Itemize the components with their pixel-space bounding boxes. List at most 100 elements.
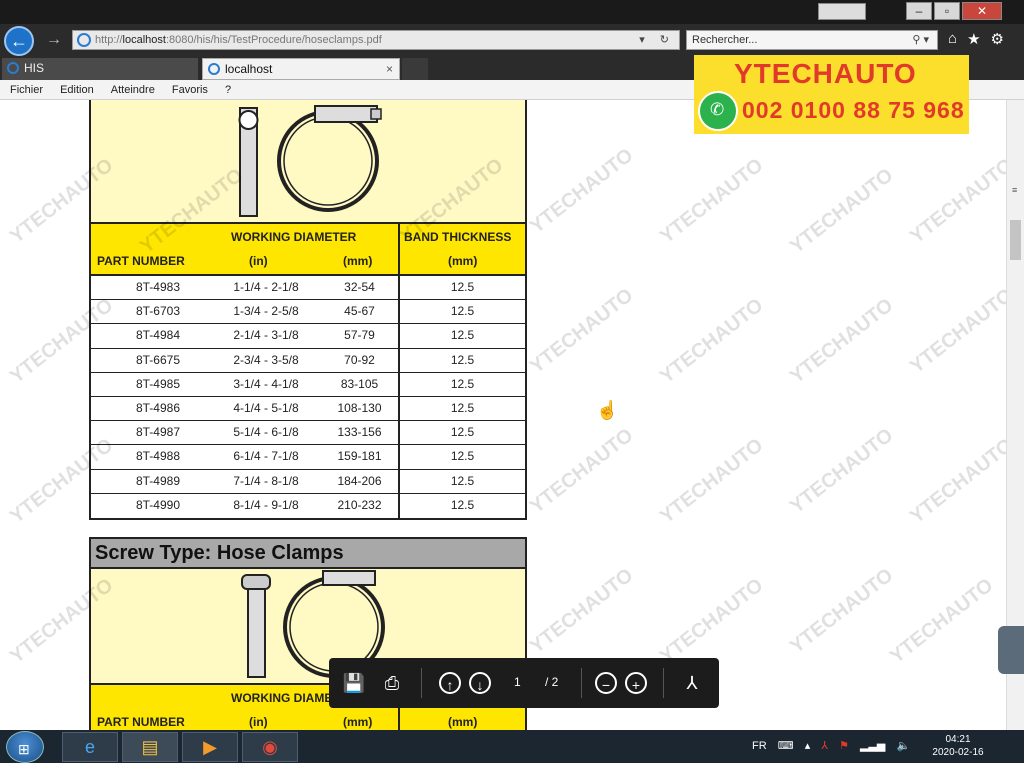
maximize-button[interactable]: ▫: [934, 2, 960, 20]
header2-unit-mm-thick: (mm): [448, 715, 478, 729]
menu-favoris[interactable]: Favoris: [172, 80, 208, 100]
menu-edition[interactable]: Edition: [60, 80, 94, 100]
back-button[interactable]: ←: [4, 26, 34, 56]
hose-clamp-table: WORKING DIAMETER PART NUMBER (in) (mm) B…: [89, 100, 527, 520]
header2-unit-mm: (mm): [343, 715, 373, 729]
page-up-icon[interactable]: ↑: [439, 672, 461, 694]
table-row: 8T-6675 2-3/4 - 3-5/8 70-92 12.5: [91, 348, 525, 373]
clamp-drawing: [238, 105, 382, 217]
header-unit-mm: (mm): [343, 254, 373, 268]
cell-part: 8T-6703: [135, 304, 181, 319]
brand-name: YTECHAUTO: [734, 58, 917, 89]
taskbar-chrome[interactable]: ◉: [242, 732, 298, 762]
pdf-viewer[interactable]: WORKING DIAMETER PART NUMBER (in) (mm) B…: [0, 100, 1024, 730]
clamp-illustration: [91, 100, 525, 224]
window-controls: – ▫ ✕: [906, 2, 1002, 20]
watermark-text: YTECHAUTO: [786, 164, 898, 258]
header-band-thickness: BAND THICKNESS: [404, 230, 512, 244]
tab-his[interactable]: HIS: [2, 58, 198, 80]
phone-icon: ✆: [710, 100, 725, 119]
cell-inch: 8-1/4 - 9-1/8: [233, 497, 299, 512]
table-row: 8T-6703 1-3/4 - 2-5/8 45-67 12.5: [91, 300, 525, 325]
tray-arrow-icon[interactable]: ▴: [805, 740, 811, 752]
watermark-text: YTECHAUTO: [786, 564, 898, 658]
taskbar-ie[interactable]: e: [62, 732, 118, 762]
cell-mm: 83-105: [321, 372, 400, 396]
pdf-toolbar: 💾 ⎙ ↑ ↓ − + ⅄: [329, 658, 719, 708]
search-input[interactable]: Rechercher... ⚲ ▾: [686, 30, 938, 50]
brand-banner: YTECHAUTO ✆ 002 0100 88 75 968: [694, 55, 969, 134]
cell-thickness: 12.5: [450, 280, 475, 294]
home-icon[interactable]: ⌂: [948, 30, 957, 48]
taskbar-media-player[interactable]: ▶: [182, 732, 238, 762]
address-controls[interactable]: ▾ ↻: [639, 31, 675, 49]
menu-fichier[interactable]: Fichier: [10, 80, 43, 100]
cell-thickness: 12.5: [450, 376, 475, 391]
cell-inch: 4-1/4 - 5-1/8: [233, 400, 299, 415]
address-bar[interactable]: http://localhost:8080/his/his/TestProced…: [72, 30, 680, 50]
cell-inch: 3-1/4 - 4-1/8: [233, 376, 299, 391]
adobe-acrobat-icon[interactable]: ⅄: [679, 670, 705, 696]
table-row: 8T-4990 8-1/4 - 9-1/8 210-232 12.5: [91, 493, 525, 518]
star-icon[interactable]: ★: [967, 30, 980, 48]
grid-icon: [818, 3, 866, 20]
header2-unit-in: (in): [249, 715, 268, 729]
cell-part: 8T-4985: [135, 376, 181, 391]
table-row: 8T-4987 5-1/4 - 6-1/8 133-156 12.5: [91, 421, 525, 446]
network-icon[interactable]: ▂▃▅: [860, 740, 885, 752]
header-working-diameter: WORKING DIAMETER: [231, 230, 357, 244]
cell-mm: 210-232: [321, 493, 400, 518]
language-indicator[interactable]: FR: [752, 740, 767, 752]
page-down-icon[interactable]: ↓: [469, 672, 491, 694]
url-host: localhost: [122, 34, 166, 46]
page-number-input[interactable]: 1: [514, 675, 521, 689]
forward-button[interactable]: →: [44, 30, 64, 50]
table-row: 8T-4984 2-1/4 - 3-1/8 57-79 12.5: [91, 324, 525, 349]
zoom-in-icon[interactable]: +: [625, 672, 647, 694]
zoom-out-icon[interactable]: −: [595, 672, 617, 694]
table-row: 8T-4983 1-1/4 - 2-1/8 32-54 12.5: [91, 276, 525, 301]
watermark-text: YTECHAUTO: [656, 154, 768, 248]
system-clock[interactable]: 04:21 2020-02-16: [930, 733, 986, 759]
table-row: 8T-4986 4-1/4 - 5-1/8 108-130 12.5: [91, 396, 525, 422]
cell-thickness: 12.5: [450, 497, 475, 512]
minimize-button[interactable]: –: [906, 2, 932, 20]
watermark-text: YTECHAUTO: [526, 144, 638, 238]
menu-atteindre[interactable]: Atteindre: [111, 80, 155, 100]
tab-label: localhost: [225, 62, 273, 76]
save-icon[interactable]: 💾: [341, 670, 367, 696]
cell-thickness: 12.5: [450, 449, 475, 464]
cell-part: 8T-6675: [135, 352, 181, 367]
volume-icon[interactable]: 🔈: [896, 740, 910, 752]
cell-part: 8T-4989: [135, 473, 181, 488]
print-icon[interactable]: ⎙: [379, 670, 405, 696]
window-titlebar: – ▫ ✕: [0, 0, 1024, 24]
gear-icon[interactable]: ⚙: [991, 30, 1004, 48]
cell-inch: 2-3/4 - 3-5/8: [233, 352, 299, 367]
side-panel-handle[interactable]: [998, 626, 1024, 674]
search-placeholder: Rechercher...: [692, 34, 758, 46]
watermark-text: YTECHAUTO: [526, 564, 638, 658]
flag-icon[interactable]: ⚑: [839, 740, 849, 752]
watermark-text: YTECHAUTO: [906, 434, 1018, 528]
ie-icon: [7, 62, 19, 74]
windows-taskbar: ⊞ e ▤ ▶ ◉ FR ⌨ ▴ ⅄ ⚑ ▂▃▅ 🔈 04:21 2020-02…: [0, 730, 1024, 763]
cell-part: 8T-4987: [135, 425, 181, 440]
tab-localhost[interactable]: localhost ×: [202, 58, 400, 80]
search-icon[interactable]: ⚲ ▾: [912, 31, 929, 49]
acrobat-tray-icon[interactable]: ⅄: [821, 740, 828, 752]
keyboard-icon[interactable]: ⌨: [778, 740, 794, 752]
menu-help[interactable]: ?: [225, 80, 231, 100]
start-button[interactable]: ⊞: [6, 731, 44, 763]
taskbar-explorer[interactable]: ▤: [122, 732, 178, 762]
header2-working-diameter: WORKING DIAME: [231, 691, 333, 705]
tab-close-icon[interactable]: ×: [386, 59, 393, 79]
watermark-text: YTECHAUTO: [786, 294, 898, 388]
cell-thickness: 12.5: [450, 352, 475, 367]
new-tab-button[interactable]: [402, 58, 428, 80]
tab-label: HIS: [24, 61, 45, 75]
cell-inch: 1-3/4 - 2-5/8: [233, 304, 299, 319]
close-button[interactable]: ✕: [962, 2, 1002, 20]
scroll-thumb[interactable]: [1010, 220, 1021, 260]
watermark-text: YTECHAUTO: [906, 154, 1018, 248]
